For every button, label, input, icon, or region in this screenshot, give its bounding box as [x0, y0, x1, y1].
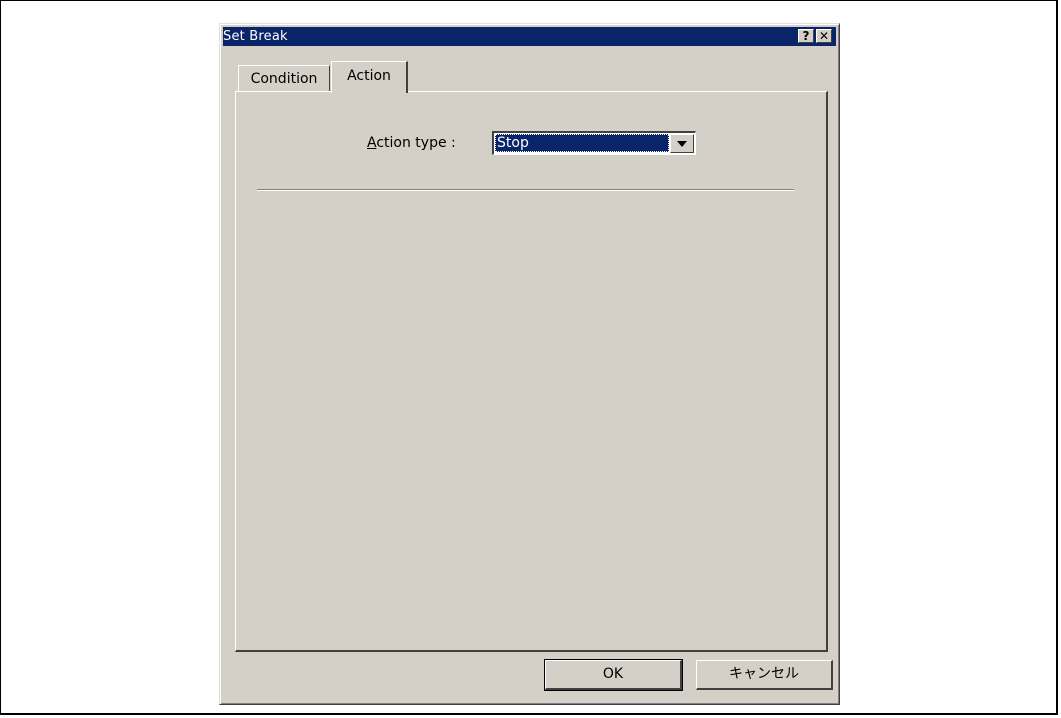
help-button[interactable]: ?: [798, 29, 814, 43]
action-type-select[interactable]: Stop: [492, 131, 696, 155]
action-tab-panel: Action type : Stop: [235, 91, 828, 652]
action-type-label: Action type :: [367, 135, 456, 151]
action-type-value[interactable]: Stop: [495, 134, 669, 152]
tab-action[interactable]: Action: [331, 61, 408, 93]
close-button[interactable]: ✕: [816, 29, 832, 43]
ok-button[interactable]: OK: [544, 659, 683, 691]
close-icon: ✕: [818, 29, 830, 43]
dropdown-button[interactable]: [670, 134, 694, 153]
set-break-dialog: Set Break ? ✕ Condition Action Action ty…: [219, 23, 840, 705]
cancel-button[interactable]: キャンセル: [696, 660, 833, 690]
separator-line: [257, 189, 794, 191]
dialog-title: Set Break: [223, 29, 288, 44]
chevron-down-icon: [677, 141, 687, 147]
help-icon: ?: [802, 29, 810, 43]
title-bar[interactable]: Set Break ? ✕: [223, 27, 836, 46]
tab-condition[interactable]: Condition: [238, 65, 330, 92]
